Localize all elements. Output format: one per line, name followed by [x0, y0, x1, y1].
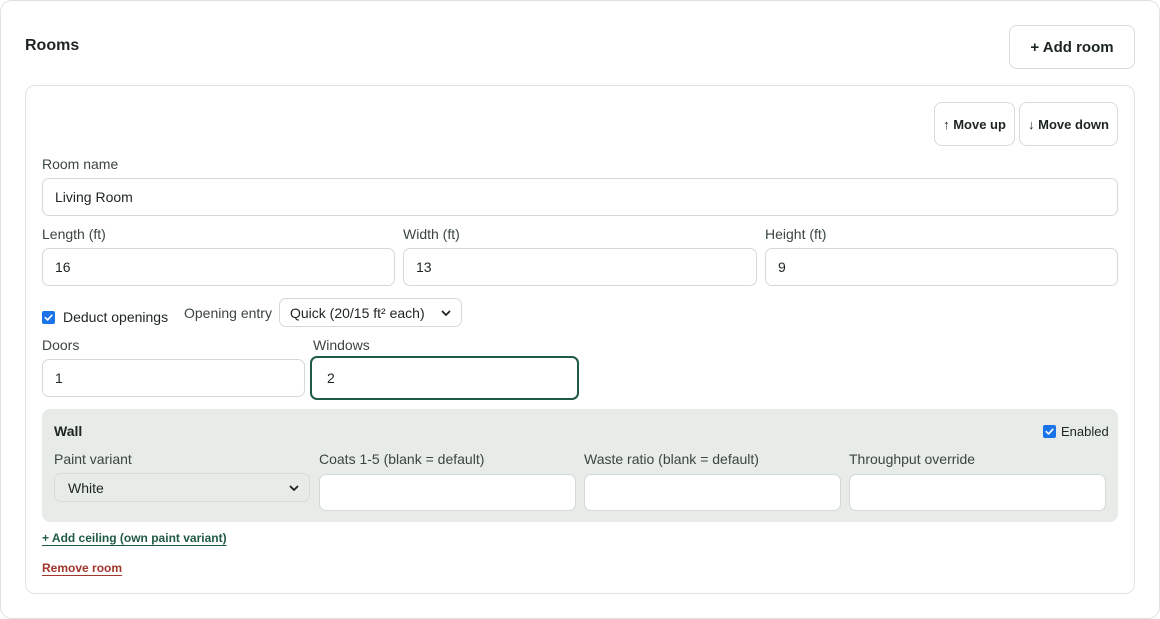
move-up-button[interactable]: ↑ Move up — [934, 102, 1015, 146]
checkmark-icon — [44, 314, 53, 321]
paint-variant-value: White — [68, 479, 104, 496]
opening-entry-value: Quick (20/15 ft² each) — [290, 304, 425, 321]
section-title: Rooms — [25, 37, 80, 54]
length-value: 16 — [55, 259, 71, 275]
room-name-value: Living Room — [55, 189, 133, 205]
width-input[interactable]: 13 — [403, 248, 757, 286]
width-value: 13 — [416, 259, 432, 275]
paint-variant-label: Paint variant — [54, 451, 132, 467]
doors-input[interactable]: 1 — [42, 359, 305, 397]
wall-title: Wall — [54, 423, 83, 439]
doors-label: Doors — [42, 337, 80, 353]
windows-input[interactable]: 2 — [310, 356, 579, 400]
deduct-openings-label: Deduct openings — [63, 309, 169, 325]
paint-variant-select[interactable]: White — [54, 473, 310, 502]
deduct-openings-checkbox[interactable] — [42, 311, 55, 324]
chevron-down-icon — [289, 485, 299, 491]
move-down-button[interactable]: ↓ Move down — [1019, 102, 1118, 146]
checkmark-icon — [1045, 428, 1054, 435]
width-label: Width (ft) — [403, 226, 460, 242]
waste-ratio-input[interactable] — [584, 474, 841, 511]
coats-input[interactable] — [319, 474, 576, 511]
waste-ratio-label: Waste ratio (blank = default) — [584, 451, 759, 467]
coats-label: Coats 1-5 (blank = default) — [319, 451, 485, 467]
windows-label: Windows — [313, 337, 370, 353]
opening-entry-label: Opening entry — [184, 305, 272, 321]
chevron-down-icon — [441, 310, 451, 316]
throughput-override-input[interactable] — [849, 474, 1106, 511]
room-name-label: Room name — [42, 156, 119, 172]
remove-room-link[interactable]: Remove room — [42, 561, 122, 575]
length-label: Length (ft) — [42, 226, 106, 242]
length-input[interactable]: 16 — [42, 248, 395, 286]
add-room-button[interactable]: + Add room — [1009, 25, 1135, 69]
opening-entry-select[interactable]: Quick (20/15 ft² each) — [279, 298, 462, 327]
height-label: Height (ft) — [765, 226, 827, 242]
height-value: 9 — [778, 259, 786, 275]
add-ceiling-link[interactable]: + Add ceiling (own paint variant) — [42, 531, 227, 545]
wall-enabled-checkbox[interactable] — [1043, 425, 1056, 438]
doors-value: 1 — [55, 370, 63, 386]
wall-enabled-label: Enabled — [1061, 424, 1109, 439]
height-input[interactable]: 9 — [765, 248, 1118, 286]
room-name-input[interactable]: Living Room — [42, 178, 1118, 216]
throughput-override-label: Throughput override — [849, 451, 976, 467]
windows-value: 2 — [327, 370, 335, 386]
